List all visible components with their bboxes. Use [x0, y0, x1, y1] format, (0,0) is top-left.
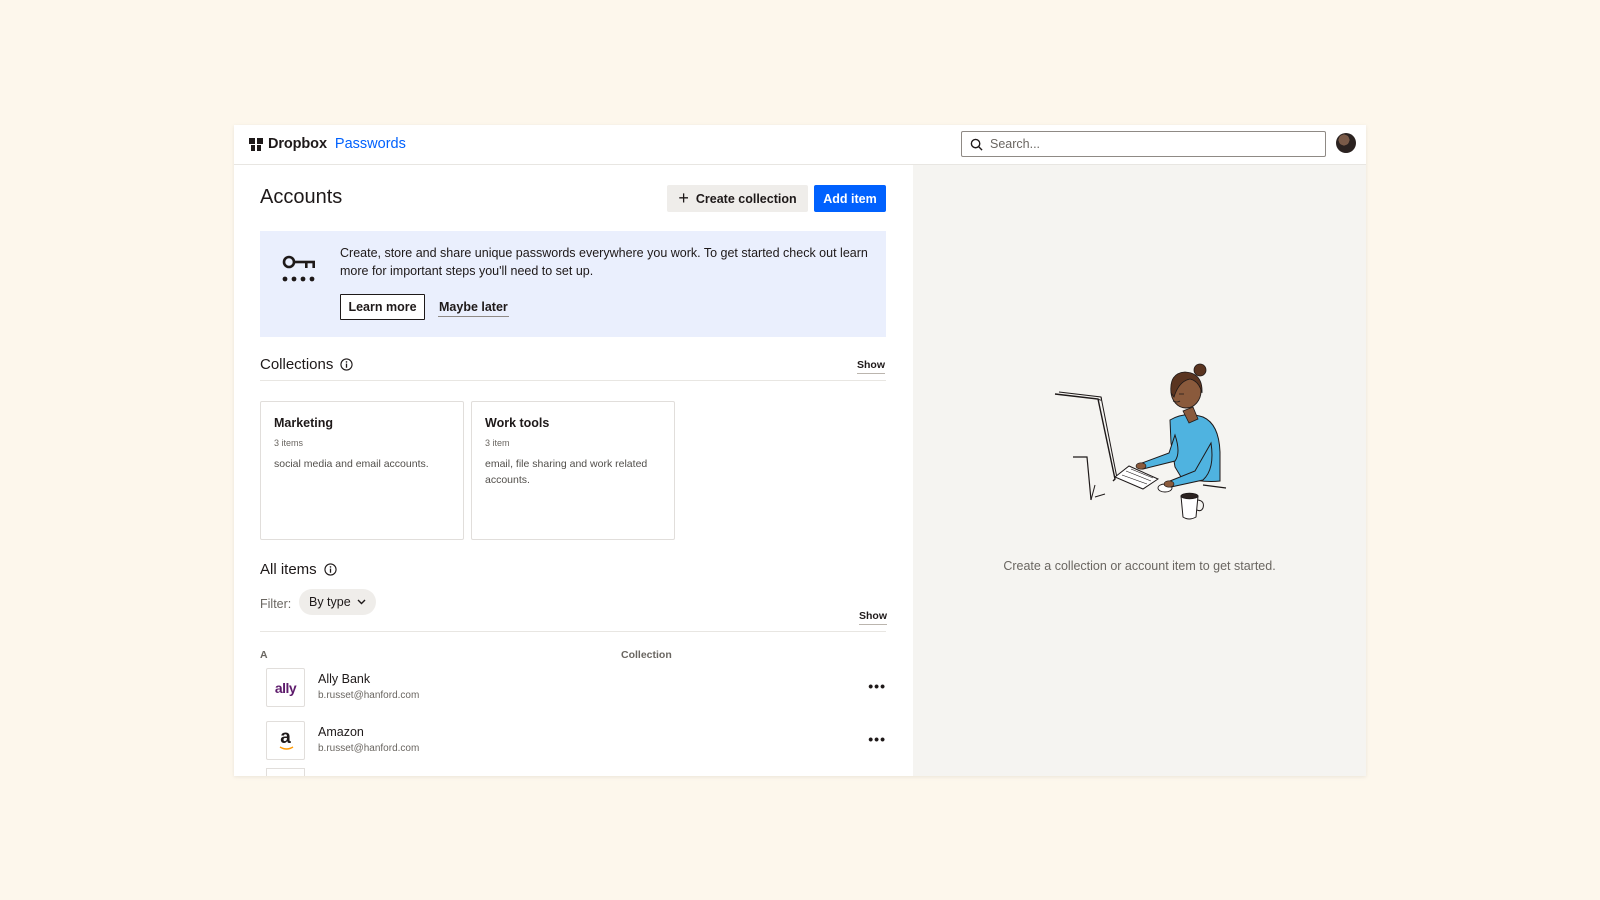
amazon-smile-icon — [279, 746, 294, 750]
create-collection-button[interactable]: + Create collection — [667, 185, 808, 212]
group-letter-header: A — [260, 649, 268, 661]
collection-name: Marketing — [274, 416, 334, 430]
detail-panel: Create a collection or account item to g… — [913, 165, 1366, 776]
table-row[interactable]: a Amazon b.russet@hanford.com ••• — [260, 719, 886, 763]
item-email: b.russet@hanford.com — [318, 690, 420, 701]
collection-description: social media and email accounts. — [274, 458, 429, 470]
filter-value: By type — [309, 595, 351, 609]
collection-count: 3 items — [274, 438, 304, 448]
maybe-later-button[interactable]: Maybe later — [438, 298, 509, 317]
info-icon[interactable] — [340, 358, 354, 371]
all-items-divider — [260, 631, 886, 632]
collection-column-header[interactable]: Collection — [621, 649, 672, 661]
product-name: Passwords — [334, 136, 406, 152]
collection-card-work-tools[interactable]: Work tools 3 item email, file sharing an… — [471, 401, 675, 540]
collection-card-marketing[interactable]: Marketing 3 items social media and email… — [260, 401, 464, 540]
item-name: Amazon — [318, 725, 364, 739]
top-bar: Dropbox Passwords — [234, 125, 1366, 165]
collections-title: Collections — [260, 356, 334, 373]
collections-divider — [260, 380, 886, 381]
amazon-logo-icon: a — [266, 721, 305, 760]
dropbox-logo-icon — [249, 137, 263, 151]
key-icon — [282, 255, 315, 282]
filter-type-dropdown[interactable]: By type — [299, 589, 376, 615]
main-panel: Accounts + Create collection Add item Cr… — [234, 165, 913, 776]
all-items-show-link[interactable]: Show — [859, 610, 887, 625]
collection-description: email, file sharing and work related acc… — [485, 458, 648, 486]
app-window: Dropbox Passwords Accounts + Create coll… — [234, 125, 1366, 776]
search-icon — [970, 138, 983, 151]
brand-logo[interactable]: Dropbox Passwords — [249, 136, 406, 152]
page-title: Accounts — [260, 186, 343, 208]
collection-count: 3 item — [485, 438, 510, 448]
add-item-button[interactable]: Add item — [814, 185, 886, 212]
collections-heading: Collections — [260, 356, 354, 373]
ally-logo-text: ally — [274, 679, 297, 696]
brand-name: Dropbox — [268, 136, 327, 152]
partial-row-logo — [266, 768, 305, 776]
ally-bank-logo-icon: ally — [266, 668, 305, 707]
plus-icon: + — [678, 187, 689, 208]
avatar[interactable] — [1336, 133, 1356, 153]
item-email: b.russet@hanford.com — [318, 743, 420, 754]
all-items-title: All items — [260, 561, 317, 578]
more-options-icon[interactable]: ••• — [868, 731, 886, 747]
search-box[interactable] — [961, 131, 1326, 157]
create-collection-label: Create collection — [695, 191, 797, 206]
search-input[interactable] — [990, 137, 1310, 151]
onboarding-banner: Create, store and share unique passwords… — [260, 231, 886, 337]
table-row[interactable]: ally Ally Bank b.russet@hanford.com ••• — [260, 666, 886, 710]
banner-text: Create, store and share unique passwords… — [340, 246, 868, 278]
item-name: Ally Bank — [318, 672, 371, 686]
empty-state-text: Create a collection or account item to g… — [1003, 559, 1276, 573]
collection-name: Work tools — [485, 416, 550, 430]
chevron-down-icon — [357, 599, 366, 605]
person-at-computer-illustration — [1054, 363, 1227, 520]
collections-show-link[interactable]: Show — [857, 359, 885, 374]
learn-more-button[interactable]: Learn more — [340, 294, 425, 320]
more-options-icon[interactable]: ••• — [868, 678, 886, 694]
filter-label: Filter: — [260, 597, 292, 611]
info-icon[interactable] — [324, 563, 337, 576]
all-items-heading: All items — [260, 561, 337, 578]
